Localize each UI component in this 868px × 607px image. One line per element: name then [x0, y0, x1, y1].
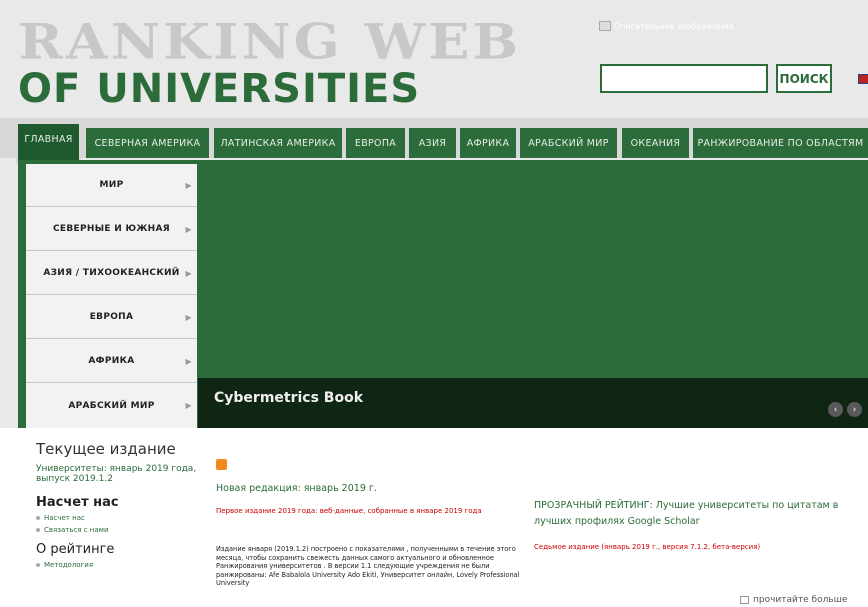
chevron-right-icon: ▶ — [185, 356, 192, 366]
rss-icon[interactable] — [216, 459, 227, 470]
slider-prev-icon[interactable]: ‹ — [828, 402, 843, 417]
side-item-europe[interactable]: ЕВРОПА ▶ — [26, 296, 197, 339]
rating-title: О рейтинге — [36, 541, 115, 557]
site-logo[interactable]: RANKING WEB OF UNIVERSITIES — [18, 12, 522, 112]
side-item-label: АФРИКА — [88, 356, 135, 366]
search-button[interactable]: ПОИСК — [776, 64, 832, 93]
tab-asia[interactable]: АЗИЯ — [409, 128, 456, 158]
hero-caption-text: Cybermetrics Book — [214, 390, 364, 406]
about-title: Насчет нас — [36, 494, 119, 510]
left-column: Текущее издание Университеты: январь 201… — [36, 440, 206, 569]
tab-ranking-by-area[interactable]: РАНЖИРОВАНИЕ ПО ОБЛАСТЯМ — [693, 128, 868, 158]
side-item-label: АЗИЯ / ТИХООКЕАНСКИЙ — [43, 268, 180, 278]
slider-next-icon[interactable]: › — [847, 402, 862, 417]
broken-image: Описательное изображение — [599, 21, 734, 31]
chevron-right-icon: ▶ — [185, 180, 192, 190]
read-more-label: прочитайте больше — [753, 595, 848, 605]
edition-intro: Первое издание 2019 года: веб-данные, со… — [216, 507, 482, 515]
side-item-africa[interactable]: АФРИКА ▶ — [26, 340, 197, 383]
chevron-right-icon: ▶ — [185, 312, 192, 322]
search-input[interactable] — [600, 64, 768, 93]
logo-line-1: RANKING WEB — [18, 12, 522, 71]
broken-image-alt: Описательное изображение — [614, 21, 734, 31]
tab-north-america[interactable]: СЕВЕРНАЯ АМЕРИКА — [86, 128, 209, 158]
document-icon — [740, 596, 749, 604]
side-item-americas[interactable]: СЕВЕРНЫЕ И ЮЖНАЯ ▶ — [26, 208, 197, 251]
contact-link[interactable]: Связаться с нами — [36, 526, 206, 534]
page: RANKING WEB OF UNIVERSITIES Описательное… — [0, 0, 868, 607]
tab-home[interactable]: ГЛАВНАЯ — [16, 120, 81, 164]
side-item-asia-pacific[interactable]: АЗИЯ / ТИХООКЕАНСКИЙ ▶ — [26, 252, 197, 295]
chevron-right-icon: ▶ — [185, 224, 192, 234]
current-edition-title: Текущее издание — [36, 440, 176, 458]
about-link[interactable]: Насчет нас — [36, 514, 206, 522]
current-edition-link[interactable]: Университеты: январь 2019 года, выпуск 2… — [36, 464, 206, 485]
side-item-arab-world[interactable]: АРАБСКИЙ МИР ▶ — [26, 384, 197, 427]
edition-body: Издание января (2019.1.2) построено с по… — [216, 545, 520, 588]
chevron-right-icon: ▶ — [185, 401, 192, 410]
side-item-label: ЕВРОПА — [89, 312, 134, 322]
side-item-label: СЕВЕРНЫЕ И ЮЖНАЯ — [53, 224, 170, 234]
side-item-label: АРАБСКИЙ МИР — [68, 400, 155, 411]
transparent-ranking-link[interactable]: ПРОЗРАЧНЫЙ РЕЙТИНГ: Лучшие университеты … — [534, 498, 854, 530]
methodology-link[interactable]: Методология — [36, 561, 206, 569]
tab-oceania[interactable]: ОКЕАНИЯ — [622, 128, 689, 158]
chevron-right-icon: ▶ — [185, 268, 192, 278]
read-more-link[interactable]: прочитайте больше — [740, 595, 847, 605]
tab-africa[interactable]: АФРИКА — [460, 128, 516, 158]
side-menu: МИР ▶ СЕВЕРНЫЕ И ЮЖНАЯ ▶ АЗИЯ / ТИХООКЕАНС… — [26, 164, 197, 428]
tab-latin-america[interactable]: ЛАТИНСКАЯ АМЕРИКА — [214, 128, 342, 158]
main-nav: ГЛАВНАЯ СЕВЕРНАЯ АМЕРИКА ЛАТИНСКАЯ АМЕРИ… — [0, 118, 868, 164]
uk-flag-icon[interactable] — [858, 74, 868, 84]
news-title[interactable]: Новая редакция: январь 2019 г. — [216, 483, 377, 494]
side-item-label: МИР — [99, 180, 124, 190]
broken-image-icon — [599, 21, 611, 31]
tab-europe[interactable]: ЕВРОПА — [346, 128, 405, 158]
hero-caption: Cybermetrics Book — [198, 378, 868, 428]
logo-line-2: OF UNIVERSITIES — [18, 65, 421, 112]
tab-arab-world[interactable]: АРАБСКИЙ МИР — [520, 128, 617, 158]
side-item-world[interactable]: МИР ▶ — [26, 164, 197, 207]
seventh-edition-text: Седьмое издание (январь 2019 г., версия … — [534, 543, 761, 551]
